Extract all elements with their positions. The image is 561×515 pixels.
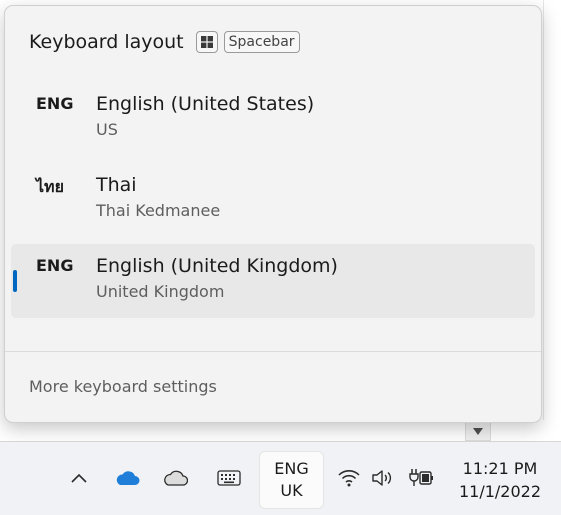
language-name: English (United States)	[96, 93, 315, 115]
scroll-down-button[interactable]	[465, 421, 491, 441]
clock-time: 11:21 PM	[462, 459, 538, 478]
spacebar-key-badge: Spacebar	[223, 31, 300, 53]
onedrive-blue-icon[interactable]	[113, 468, 141, 488]
language-name: English (United Kingdom)	[96, 255, 338, 277]
language-item-english-us[interactable]: ENG English (United States) US	[11, 82, 535, 156]
language-name: Thai	[96, 174, 137, 196]
keyboard-layout-flyout: Keyboard layout Spacebar ENG English (Un…	[4, 5, 542, 423]
language-layout: US	[96, 120, 118, 139]
clock-date: 11/1/2022	[458, 482, 542, 501]
input-language-code: ENG	[274, 459, 309, 478]
battery-charging-icon[interactable]	[406, 467, 436, 489]
selected-indicator	[13, 270, 17, 292]
language-code: ENG	[36, 94, 74, 113]
language-item-thai[interactable]: ไทย Thai Thai Kedmanee	[11, 163, 535, 237]
onedrive-gray-icon[interactable]	[161, 468, 189, 488]
input-layout-code: UK	[280, 481, 303, 500]
language-code: ENG	[36, 256, 74, 275]
scroll-down-arrow-icon	[473, 427, 483, 435]
input-indicator-button[interactable]: ENG UK	[260, 452, 323, 508]
flyout-title: Keyboard layout	[29, 31, 184, 53]
chevron-up-icon[interactable]	[68, 469, 90, 487]
language-item-english-uk[interactable]: ENG English (United Kingdom) United King…	[11, 244, 535, 318]
more-keyboard-settings-link[interactable]: More keyboard settings	[29, 377, 217, 396]
language-layout: Thai Kedmanee	[96, 201, 221, 220]
windows-key-icon	[195, 31, 218, 53]
language-code: ไทย	[36, 177, 64, 196]
background-divider	[543, 0, 544, 440]
wifi-icon[interactable]	[337, 468, 361, 488]
language-layout: United Kingdom	[96, 282, 225, 301]
taskbar: ENG UK 11:21 PM 11/1/2022	[0, 442, 561, 515]
flyout-header: Keyboard layout Spacebar	[29, 30, 300, 54]
clock[interactable]: 11:21 PM 11/1/2022	[450, 457, 550, 503]
volume-icon[interactable]	[370, 468, 396, 488]
touch-keyboard-icon[interactable]	[216, 469, 242, 487]
flyout-divider	[5, 351, 541, 352]
